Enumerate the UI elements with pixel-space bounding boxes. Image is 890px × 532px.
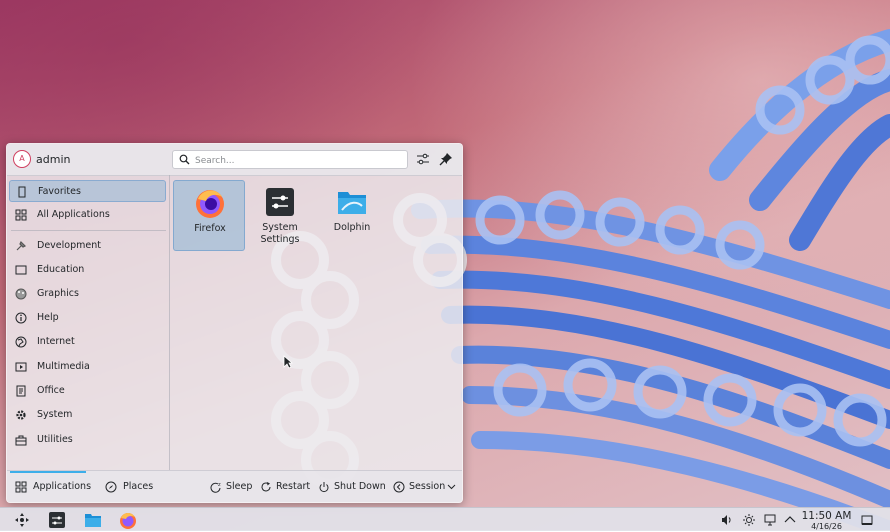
sidebar-item-label: System	[37, 409, 73, 420]
tab-label: Places	[123, 481, 154, 492]
sidebar-item-internet[interactable]: Internet	[9, 331, 166, 353]
firefox-icon[interactable]	[119, 511, 137, 529]
applications-icon	[15, 481, 27, 493]
brightness-icon[interactable]	[743, 514, 755, 526]
expand-tray-icon[interactable]	[784, 514, 796, 526]
sleep-button[interactable]: z Sleep	[210, 481, 255, 495]
session-button[interactable]: Session	[393, 481, 457, 495]
restart-icon	[260, 481, 272, 493]
sidebar-divider	[11, 230, 166, 231]
sidebar-item-education[interactable]: Education	[9, 259, 166, 281]
sidebar-item-system[interactable]: System	[9, 404, 166, 426]
sidebar-item-label: Graphics	[37, 288, 79, 299]
mouse-cursor-icon	[283, 355, 294, 372]
internet-icon	[15, 336, 27, 348]
sidebar-item-label: Internet	[37, 336, 75, 347]
system-settings-icon[interactable]	[48, 511, 66, 529]
svg-text:z: z	[218, 482, 221, 488]
sidebar-item-label: Multimedia	[37, 361, 90, 372]
sidebar-item-multimedia[interactable]: Multimedia	[9, 356, 166, 378]
app-label: Firefox	[194, 223, 226, 234]
sleep-icon: z	[210, 481, 222, 493]
volume-icon[interactable]	[721, 514, 733, 526]
tab-label: Applications	[33, 481, 92, 492]
sidebar-item-label: Office	[37, 385, 65, 396]
dolphin-icon[interactable]	[84, 511, 102, 529]
sidebar-item-label: Help	[37, 312, 59, 323]
office-icon	[15, 385, 27, 397]
search-field[interactable]	[172, 150, 408, 169]
application-launcher-icon[interactable]	[13, 511, 31, 529]
restart-button[interactable]: Restart	[260, 481, 312, 495]
sidebar-item-label: Utilities	[37, 434, 73, 445]
network-icon[interactable]	[764, 514, 776, 526]
sidebar-item-label: All Applications	[37, 209, 110, 220]
bookmark-icon	[16, 186, 28, 198]
clock-time: 11:50 AM	[801, 510, 852, 522]
configure-icon[interactable]	[416, 152, 430, 166]
application-launcher-menu: A admin Favorites All Applications Devel…	[6, 143, 463, 503]
app-firefox[interactable]: Firefox	[173, 180, 245, 251]
launcher-header: A admin	[7, 144, 462, 176]
tab-places[interactable]: Places	[105, 471, 165, 502]
shutdown-icon	[318, 481, 330, 493]
development-icon	[15, 240, 27, 252]
app-label: Dolphin	[333, 222, 371, 233]
sidebar-separator	[169, 175, 170, 470]
show-desktop-icon[interactable]	[861, 514, 873, 526]
search-input[interactable]	[193, 152, 402, 169]
avatar[interactable]: A	[13, 150, 31, 168]
sleep-label: Sleep	[226, 481, 253, 492]
utilities-icon	[15, 434, 27, 446]
favorites-grid: Firefox System Settings Dolphin	[171, 175, 462, 470]
sidebar-item-graphics[interactable]: Graphics	[9, 283, 166, 305]
sidebar-item-label: Favorites	[38, 186, 81, 197]
shutdown-button[interactable]: Shut Down	[318, 481, 386, 495]
chevron-down-icon	[447, 481, 456, 496]
launcher-footer: Applications Places z Sleep Restart Shut…	[7, 470, 462, 502]
session-icon	[393, 481, 405, 493]
sidebar-item-utilities[interactable]: Utilities	[9, 429, 166, 451]
sidebar-item-label: Development	[37, 240, 101, 251]
sidebar-item-all-applications[interactable]: All Applications	[9, 204, 166, 226]
clock[interactable]: 11:50 AM 4/16/26	[799, 510, 854, 531]
sidebar-item-favorites[interactable]: Favorites	[9, 180, 166, 202]
search-icon	[179, 154, 190, 168]
multimedia-icon	[15, 361, 27, 373]
sidebar-item-development[interactable]: Development	[9, 235, 166, 257]
shutdown-label: Shut Down	[334, 481, 386, 492]
session-label: Session	[409, 481, 446, 492]
places-icon	[105, 481, 117, 493]
username[interactable]: admin	[36, 153, 70, 166]
graphics-icon	[15, 288, 27, 300]
tab-applications[interactable]: Applications	[15, 471, 95, 502]
category-sidebar: Favorites All Applications Development E…	[7, 175, 169, 470]
app-dolphin[interactable]: Dolphin	[316, 180, 388, 251]
sidebar-item-label: Education	[37, 264, 85, 275]
sidebar-item-help[interactable]: Help	[9, 307, 166, 329]
dolphin-icon	[336, 186, 368, 218]
grid-icon	[15, 209, 27, 221]
app-system-settings[interactable]: System Settings	[244, 180, 316, 251]
system-settings-icon	[264, 186, 296, 218]
taskbar: 11:50 AM 4/16/26	[0, 507, 890, 531]
firefox-icon	[194, 187, 226, 219]
app-label: System Settings	[260, 222, 300, 245]
education-icon	[15, 264, 27, 276]
system-icon	[15, 409, 27, 421]
pin-icon[interactable]	[439, 152, 453, 166]
help-icon	[15, 312, 27, 324]
sidebar-item-office[interactable]: Office	[9, 380, 166, 402]
restart-label: Restart	[276, 481, 311, 492]
